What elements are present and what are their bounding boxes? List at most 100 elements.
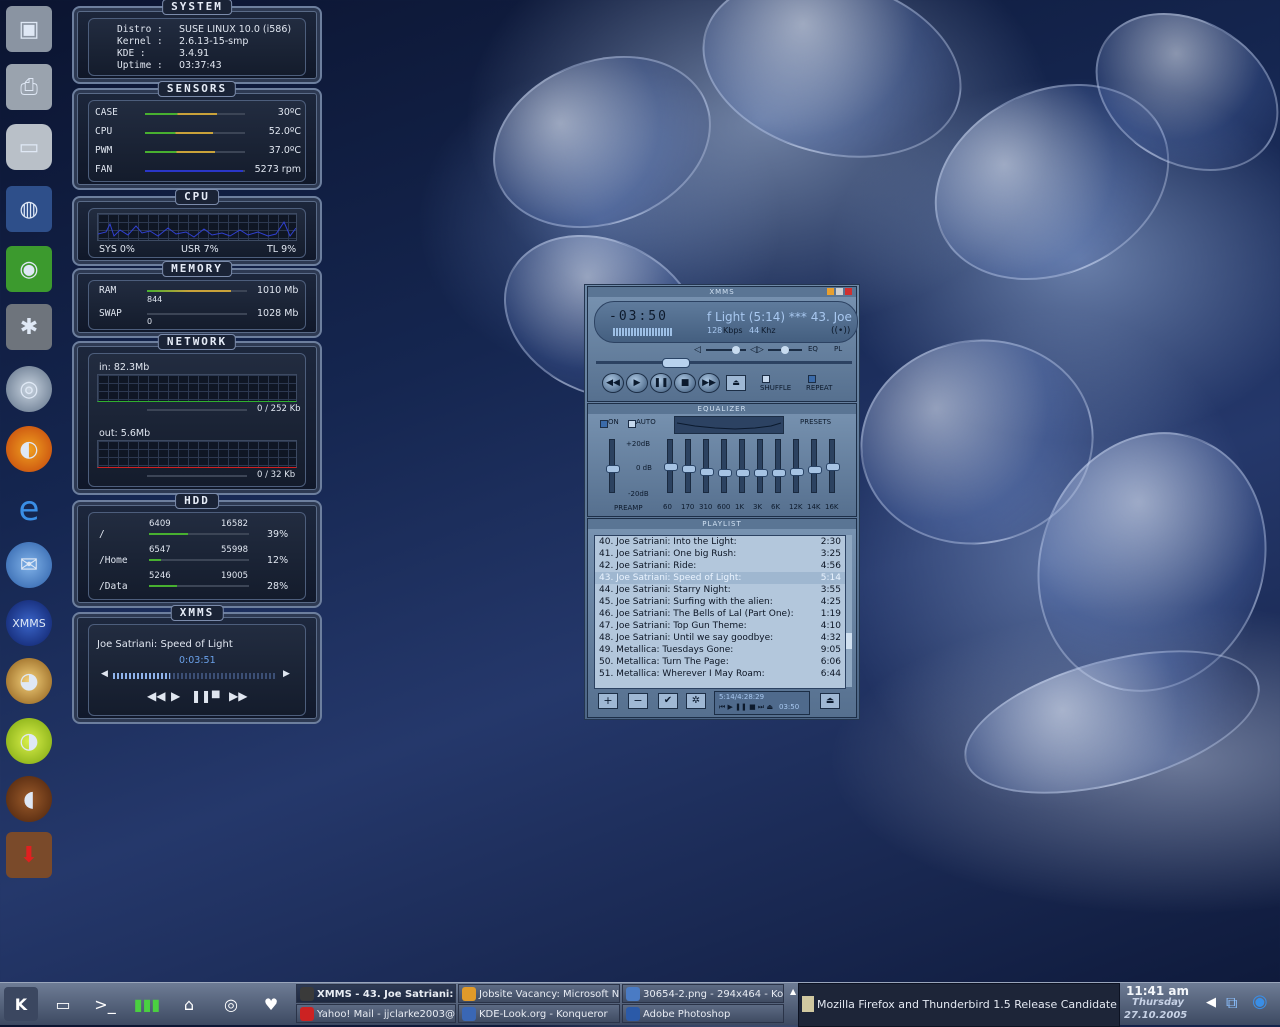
add-button[interactable]: + [598,693,618,709]
monitor-icon[interactable]: ▣ [6,6,52,52]
download-icon[interactable]: ⬇ [6,832,52,878]
browser-globe-icon[interactable]: ◎ [214,987,248,1021]
globe-icon[interactable]: ◎ [6,366,52,412]
suse-tray-icon[interactable]: ◉ [1252,991,1268,1012]
eq-auto-checkbox[interactable] [628,420,636,428]
coffee-bean-icon[interactable]: ◖ [6,776,52,822]
playlist-item[interactable]: 48. Joe Satriani: Until we say goodbye: 4… [595,632,845,644]
eq-band-slider[interactable] [808,439,822,493]
next-track-icon[interactable]: ▶▶ [229,689,247,703]
eq-band-slider[interactable] [664,439,678,493]
playlist-item[interactable]: 42. Joe Satriani: Ride: 4:56 [595,560,845,572]
playlist-eject-button[interactable]: ⏏ [820,693,840,709]
eq-on-label[interactable]: ON [608,418,619,426]
news-headline[interactable]: Mozilla Firefox and Thunderbird 1.5 Rele… [817,998,1117,1011]
terminal-icon[interactable]: >_ [88,987,122,1021]
eq-toggle[interactable]: EQ [808,345,818,353]
heart-icon[interactable]: ♥ [254,987,288,1021]
eq-on-checkbox[interactable] [600,420,608,428]
position-slider[interactable] [596,358,852,368]
eject-button[interactable]: ⏏ [726,375,746,391]
playback-time[interactable]: -03:50 [609,309,668,324]
task-image[interactable]: 30654-2.png - 294x464 - Konq [622,984,784,1003]
xmms-icon[interactable]: XMMS [6,600,52,646]
balance-slider[interactable] [768,346,802,354]
xmms-titlebar[interactable]: XMMS [588,287,856,297]
eq-knob[interactable] [826,463,840,471]
seek-right-icon[interactable]: ▶ [283,669,290,679]
eq-band-slider[interactable] [772,439,786,493]
eq-knob[interactable] [664,463,678,471]
close-icon[interactable] [845,288,852,295]
playlist-item[interactable]: 44. Joe Satriani: Starry Night: 3:55 [595,584,845,596]
show-desktop-icon[interactable]: ▭ [46,987,80,1021]
prev-button[interactable]: ◀◀ [602,373,624,393]
select-button[interactable]: ✔ [658,693,678,709]
presets-button[interactable]: PRESETS [800,418,831,426]
playlist-list[interactable]: 40. Joe Satriani: Into the Light: 2:30 41.… [594,535,846,689]
internet-explorer-icon[interactable]: e [6,486,52,532]
eq-band-slider[interactable] [826,439,840,493]
eq-band-slider[interactable] [790,439,804,493]
playlist-item[interactable]: 43. Joe Satriani: Speed of Light: 5:14 [595,572,845,584]
next-button[interactable]: ▶▶ [698,373,720,393]
playlist-titlebar[interactable]: PLAYLIST [588,519,856,529]
playlist-item[interactable]: 47. Joe Satriani: Top Gun Theme: 4:10 [595,620,845,632]
repeat-checkbox[interactable] [808,375,816,383]
remove-button[interactable]: − [628,693,648,709]
sysmonitor-icon[interactable]: ▮▮▮ [130,987,164,1021]
kde-menu-icon[interactable]: K [4,987,38,1021]
network-tray-icon[interactable]: ⧉ [1226,993,1237,1013]
eq-knob[interactable] [682,465,696,474]
visualizer[interactable] [613,328,673,336]
eq-knob[interactable] [700,467,714,476]
eye-icon[interactable]: ◕ [6,658,52,704]
pause-button[interactable]: ❚❚ [650,373,672,393]
playlist-item[interactable]: 51. Metallica: Wherever I May Roam: 6:44 [595,668,845,680]
eq-knob[interactable] [790,467,804,476]
playlist-item[interactable]: 50. Metallica: Turn The Page: 6:06 [595,656,845,668]
pl-toggle[interactable]: PL [834,345,842,353]
eq-knob[interactable] [606,465,620,474]
preamp-slider[interactable] [606,439,620,493]
misc-button[interactable]: ✲ [686,693,706,709]
volume-slider[interactable] [706,346,746,354]
stop-icon[interactable]: ■ [211,689,220,700]
eq-knob[interactable] [736,469,750,478]
seek-left-icon[interactable]: ◀ [101,669,108,679]
suse-monitor-icon[interactable]: ◉ [6,246,52,292]
playlist-scrollbar[interactable] [846,535,852,687]
eq-knob[interactable] [718,468,732,477]
shuffle-checkbox[interactable] [762,375,770,383]
eq-band-slider[interactable] [754,439,768,493]
playlist-item[interactable]: 41. Joe Satriani: One big Rush: 3:25 [595,548,845,560]
mini-controls-icon[interactable]: ⏮ ▶ ❚❚ ■ ⏭ ⏏ [719,703,773,712]
printer-icon[interactable]: ⎙ [6,64,52,110]
eq-band-slider[interactable] [718,439,732,493]
prev-track-icon[interactable]: ◀◀ [147,689,165,703]
eq-auto-label[interactable]: AUTO [636,418,656,426]
equalizer-titlebar[interactable]: EQUALIZER [588,404,856,414]
clock[interactable]: 11:41 am Thursday 27.10.2005 [1120,983,1200,1025]
task-jobsite[interactable]: Jobsite Vacancy: Microsoft Ne [458,984,620,1003]
eq-band-slider[interactable] [700,439,714,493]
task-kde-look[interactable]: KDE-Look.org - Konqueror [458,1004,620,1023]
playlist-item[interactable]: 45. Joe Satriani: Surfing with the alien… [595,596,845,608]
eq-knob[interactable] [772,468,786,477]
play-icon[interactable]: ▶ [171,689,180,703]
shuffle-label[interactable]: SHUFFLE [760,384,791,392]
lime-icon[interactable]: ◑ [6,718,52,764]
task-photoshop[interactable]: Adobe Photoshop [622,1004,784,1023]
shade-icon[interactable] [836,288,843,295]
pause-icon[interactable]: ❚❚ [191,689,211,703]
repeat-label[interactable]: REPEAT [806,384,832,392]
eq-band-slider[interactable] [682,439,696,493]
task-yahoo-mail[interactable]: Yahoo! Mail - jjclarke2003@ [296,1004,456,1023]
minimize-icon[interactable] [827,288,834,295]
trash-icon[interactable]: ▭ [6,124,52,170]
stop-button[interactable]: ■ [674,373,696,393]
home-icon[interactable]: ⌂ [172,987,206,1021]
kde-monitor-icon[interactable]: ✱ [6,304,52,350]
playlist-item[interactable]: 46. Joe Satriani: The Bells of Lal (Part… [595,608,845,620]
task-xmms[interactable]: XMMS - 43. Joe Satriani: Sp [296,984,456,1003]
